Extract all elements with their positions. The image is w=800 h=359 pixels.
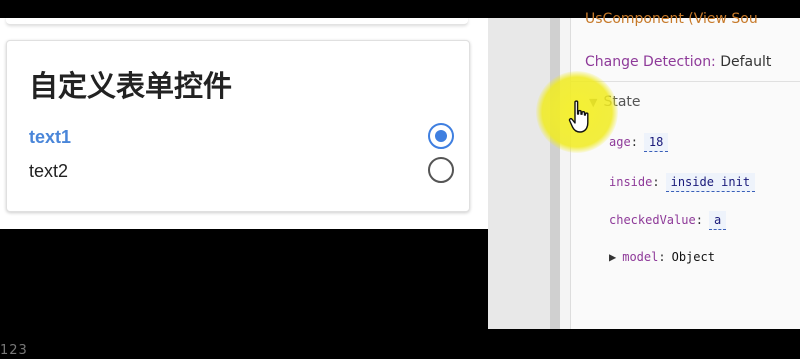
- prop-key: age: [609, 135, 631, 149]
- state-prop-inside: inside: inside init: [609, 173, 756, 192]
- prop-value: Object: [671, 250, 715, 264]
- previous-card: [6, 18, 468, 25]
- form-card: 自定义表单控件 text1 text2: [6, 40, 470, 212]
- change-detection-row: Change Detection: Default: [585, 54, 771, 70]
- app-panel: 自定义表单控件 text1 text2: [0, 18, 490, 229]
- prop-key: inside: [609, 175, 653, 189]
- devtools-panel: UsComponent (View Sou Change Detection: …: [488, 11, 800, 329]
- state-prop-model[interactable]: ▶ model: Object: [609, 250, 715, 264]
- radio-unchecked-icon[interactable]: [428, 157, 454, 183]
- component-header: UsComponent (View Sou: [585, 11, 758, 27]
- prop-key: model: [622, 250, 659, 264]
- change-detection-label: Change Detection:: [585, 54, 716, 70]
- devtools-gutter: [488, 18, 551, 329]
- radio-label: text2: [29, 161, 69, 181]
- prop-value-input[interactable]: inside init: [665, 173, 756, 192]
- card-title: 自定义表单控件: [29, 71, 233, 103]
- radio-checked-icon[interactable]: [428, 123, 454, 149]
- prop-key: checkedValue: [609, 213, 696, 227]
- radio-label: text1: [29, 127, 72, 147]
- devtools-state-pane: UsComponent (View Sou Change Detection: …: [570, 11, 800, 329]
- bottom-partial-text: 123: [0, 343, 28, 358]
- state-prop-age: age: 18: [609, 133, 669, 152]
- bottom-black-strip: [0, 330, 800, 359]
- prop-value-input[interactable]: 18: [643, 133, 669, 152]
- collapse-right-icon[interactable]: ▶: [609, 250, 616, 264]
- state-prop-checkedvalue: checkedValue: a: [609, 211, 727, 230]
- radio-option-text2[interactable]: text2: [29, 157, 454, 184]
- radio-option-text1[interactable]: text1: [29, 123, 454, 150]
- hand-pointer-icon: [568, 100, 589, 133]
- change-detection-value: Default: [720, 54, 772, 70]
- devtools-scrollbar[interactable]: [550, 18, 560, 329]
- prop-value-input[interactable]: a: [708, 211, 727, 230]
